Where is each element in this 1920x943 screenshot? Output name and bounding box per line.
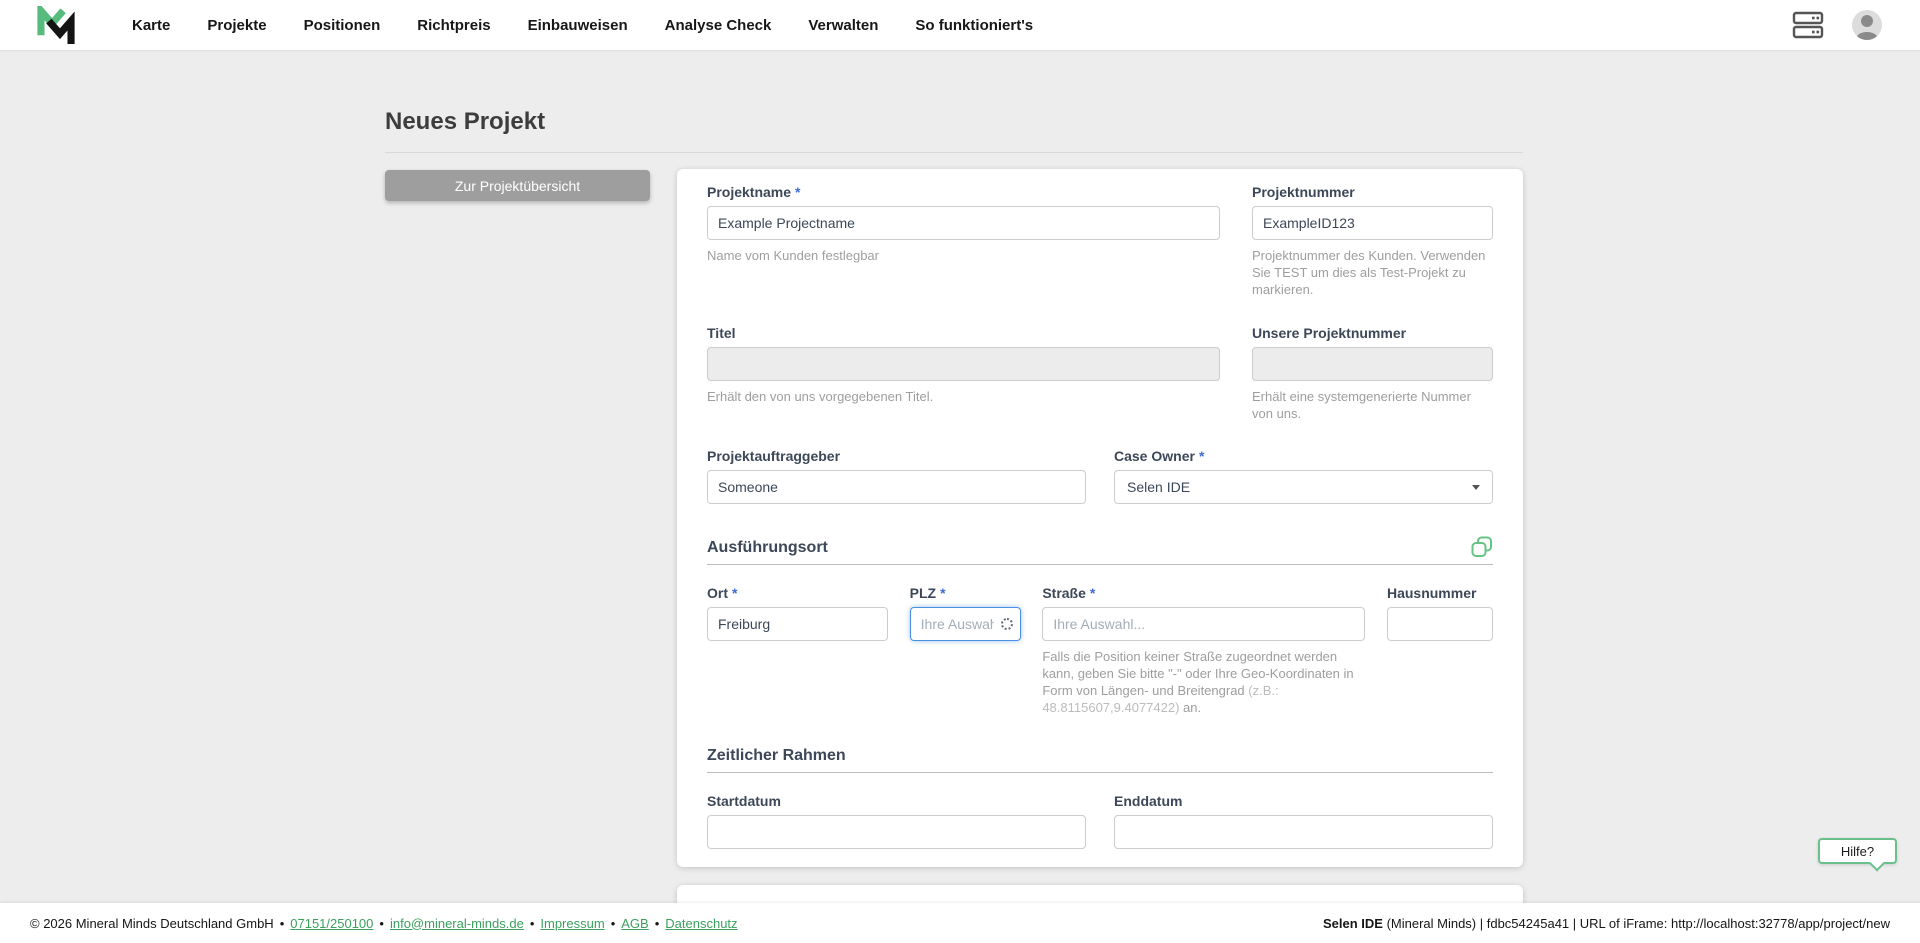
avatar-body-icon — [1856, 32, 1878, 40]
mineral-minds-logo-icon — [37, 6, 75, 44]
section-zeitlicher-rahmen-header: Zeitlicher Rahmen — [707, 746, 1493, 766]
navbar-right — [1792, 10, 1882, 40]
enddatum-label: Enddatum — [1114, 793, 1183, 809]
field-enddatum: Enddatum — [1114, 793, 1493, 849]
footer-user-name: Selen IDE — [1322, 915, 1383, 931]
unsere-projektnummer-input — [1252, 347, 1493, 381]
footer: © 2026 Mineral Minds Deutschland GmbH • … — [0, 903, 1920, 943]
field-unsere-projektnummer: Unsere Projektnummer Erhält eine systemg… — [1252, 325, 1493, 422]
projektnummer-label: Projektnummer — [1252, 184, 1355, 200]
strasse-hint: Falls die Position keiner Straße zugeord… — [1042, 649, 1354, 715]
nav-so-funktionierts[interactable]: So funktioniert's — [915, 17, 1033, 34]
ausfuehrungsort-title: Ausführungsort — [707, 539, 828, 556]
case-owner-select[interactable]: Selen IDE — [1114, 470, 1493, 504]
field-ort: Ort * — [707, 585, 888, 716]
footer-session-details: (Mineral Minds) | fdbc54245a41 | URL of … — [1382, 915, 1890, 931]
nav-einbauweisen[interactable]: Einbauweisen — [528, 17, 628, 34]
unsere-projektnummer-hint: Erhält eine systemgenerierte Nummer von … — [1252, 389, 1471, 421]
field-plz: PLZ * — [909, 585, 1021, 716]
footer-impressum-link[interactable]: Impressum — [540, 916, 604, 931]
avatar-head-icon — [1861, 15, 1873, 27]
required-asterisk: * — [1198, 448, 1205, 464]
projektnummer-hint: Projektnummer des Kunden. Verwenden Sie … — [1252, 248, 1486, 297]
main-content: Neues Projekt Zur Projektübersicht Proje… — [0, 50, 1920, 903]
main-nav: Karte Projekte Positionen Richtpreis Ein… — [132, 17, 1033, 34]
hausnummer-label: Hausnummer — [1386, 585, 1477, 601]
required-asterisk: * — [940, 585, 946, 601]
project-form-card: Projektname* Name vom Kunden festlegbar … — [677, 169, 1523, 867]
field-case-owner: Case Owner * Selen IDE — [1114, 448, 1493, 504]
next-section-card-partial — [677, 885, 1523, 903]
user-avatar[interactable] — [1852, 10, 1882, 40]
nav-verwalten[interactable]: Verwalten — [808, 17, 878, 34]
server-icon[interactable] — [1792, 11, 1824, 39]
app-logo[interactable] — [35, 6, 77, 44]
startdatum-label: Startdatum — [707, 793, 781, 809]
nav-karte[interactable]: Karte — [132, 17, 170, 34]
chevron-down-icon — [1472, 484, 1480, 490]
startdatum-input[interactable] — [707, 815, 1086, 849]
title-divider — [385, 152, 1523, 153]
footer-agb-link[interactable]: AGB — [621, 916, 648, 931]
projektname-input[interactable] — [707, 206, 1220, 240]
projektauftraggeber-input[interactable] — [707, 470, 1086, 504]
hausnummer-input[interactable] — [1386, 607, 1493, 641]
section-divider — [707, 772, 1493, 773]
footer-email-link[interactable]: info@mineral-minds.de — [390, 916, 524, 931]
projektnummer-input[interactable] — [1252, 206, 1493, 240]
field-startdatum: Startdatum — [707, 793, 1086, 849]
field-hausnummer: Hausnummer — [1386, 585, 1493, 716]
titel-hint: Erhält den von uns vorgegebenen Titel. — [707, 389, 934, 404]
projektauftraggeber-label: Projektauftraggeber — [707, 448, 841, 464]
required-asterisk: * — [795, 184, 801, 200]
zeitlicher-rahmen-title: Zeitlicher Rahmen — [707, 747, 846, 764]
plz-label: PLZ * — [909, 585, 946, 601]
projektname-label: Projektname * — [707, 184, 801, 200]
nav-projekte[interactable]: Projekte — [207, 17, 266, 34]
field-projektauftraggeber: Projektauftraggeber — [707, 448, 1086, 504]
titel-label: Titel — [707, 325, 736, 341]
ort-label: Ort * — [707, 585, 738, 601]
loading-spinner-icon — [1000, 618, 1013, 630]
unsere-projektnummer-label: Unsere Projektnummer — [1252, 325, 1407, 341]
ort-input[interactable] — [707, 607, 888, 641]
help-button[interactable]: Hilfe? — [1818, 838, 1897, 864]
required-asterisk: * — [1089, 585, 1096, 601]
footer-session-info: Selen IDE (Mineral Minds) | fdbc54245a41… — [1323, 916, 1890, 931]
copy-icon[interactable] — [1471, 536, 1493, 558]
field-projektname: Projektname* Name vom Kunden festlegbar — [707, 184, 1220, 298]
field-titel: Titel Erhält den von uns vorgegebenen Ti… — [707, 325, 1220, 422]
nav-analyse-check[interactable]: Analyse Check — [665, 17, 772, 34]
footer-phone-link[interactable]: 07151/250100 — [290, 916, 373, 931]
required-asterisk: * — [732, 585, 738, 601]
strasse-input[interactable] — [1042, 607, 1366, 641]
case-owner-label: Case Owner * — [1114, 448, 1205, 464]
nav-richtpreis[interactable]: Richtpreis — [417, 17, 490, 34]
projektname-hint: Name vom Kunden festlegbar — [707, 248, 879, 263]
strasse-label: Straße * — [1042, 585, 1096, 601]
field-projektnummer: Projektnummer Projektnummer des Kunden. … — [1252, 184, 1493, 298]
case-owner-selected-value: Selen IDE — [1127, 479, 1191, 495]
footer-copyright: © 2026 Mineral Minds Deutschland GmbH — [30, 915, 274, 931]
nav-positionen[interactable]: Positionen — [304, 17, 381, 34]
footer-datenschutz-link[interactable]: Datenschutz — [665, 916, 737, 931]
titel-input — [707, 347, 1220, 381]
enddatum-input[interactable] — [1114, 815, 1493, 849]
section-divider — [707, 564, 1493, 565]
top-navbar: Karte Projekte Positionen Richtpreis Ein… — [0, 0, 1920, 50]
page-title: Neues Projekt — [385, 108, 546, 135]
section-ausfuehrungsort-header: Ausführungsort — [707, 536, 1493, 558]
back-to-projects-button[interactable]: Zur Projektübersicht — [385, 170, 650, 201]
footer-left: © 2026 Mineral Minds Deutschland GmbH • … — [30, 915, 738, 931]
field-strasse: Straße* Falls die Position keiner Straße… — [1042, 585, 1366, 716]
